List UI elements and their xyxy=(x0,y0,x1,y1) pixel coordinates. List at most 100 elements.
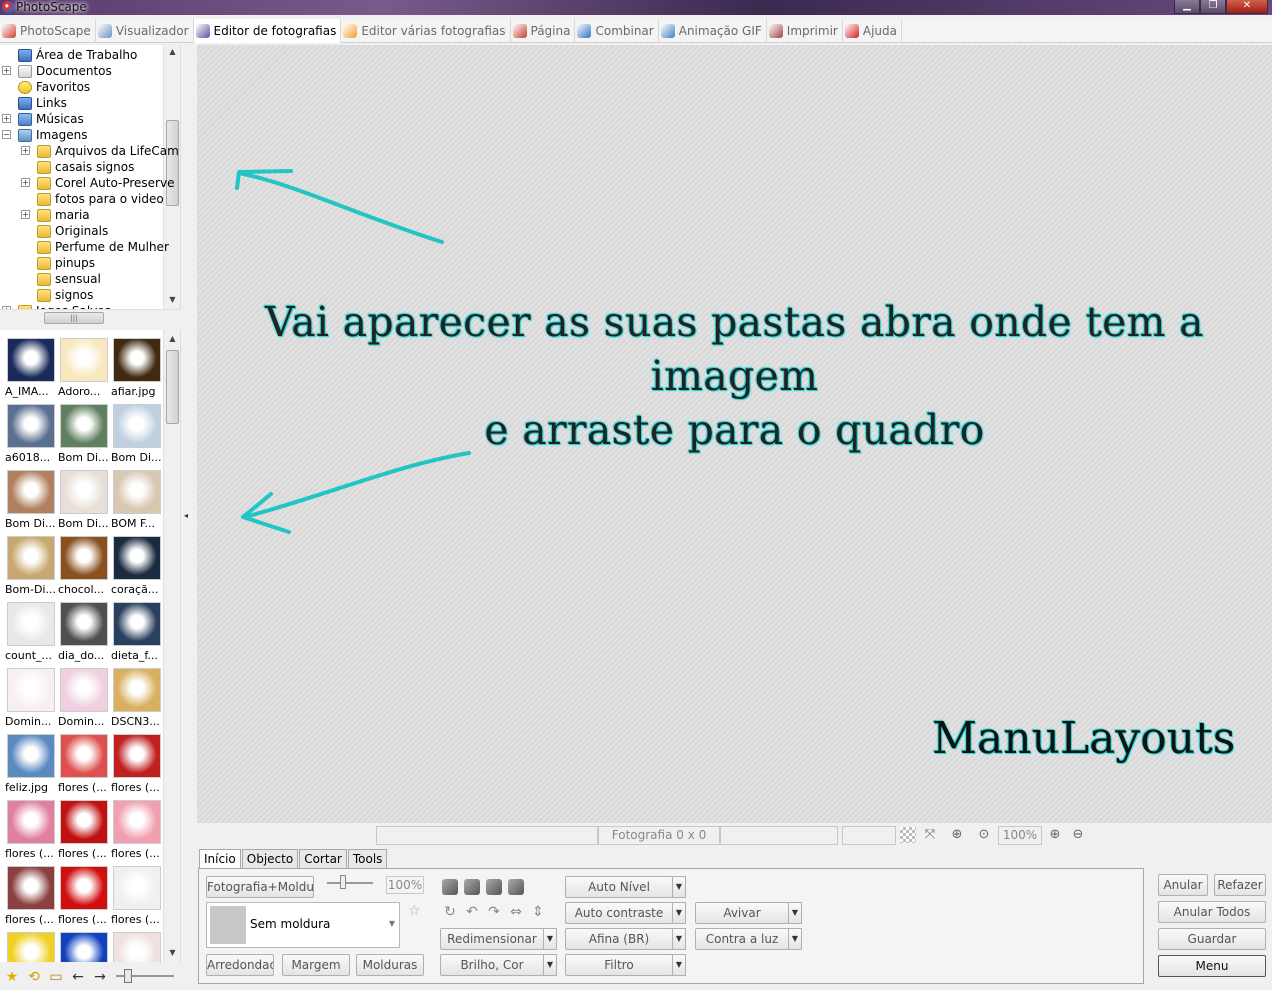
zoom-level[interactable]: 100% xyxy=(998,826,1042,845)
thumbnail-item[interactable]: a6018... xyxy=(5,396,57,464)
tone-icon-2[interactable] xyxy=(464,879,480,895)
tab-p-gina[interactable]: Página xyxy=(511,19,576,43)
favorite-frame-star-icon[interactable]: ☆ xyxy=(408,903,421,919)
editor-canvas[interactable]: Vai aparecer as suas pastas abra onde te… xyxy=(197,45,1272,823)
tree-item[interactable]: signos xyxy=(37,287,93,303)
transparency-grid-icon[interactable] xyxy=(900,827,916,843)
tree-item[interactable]: Músicas xyxy=(18,111,84,127)
scroll-down-arrow-icon[interactable]: ▼ xyxy=(164,948,180,960)
thumbnail-item[interactable]: feliz.jpg xyxy=(5,726,57,794)
vivid-button[interactable]: Avivar xyxy=(695,902,789,924)
backlight-dropdown[interactable]: ▼ xyxy=(788,928,802,950)
backlight-button[interactable]: Contra a luz xyxy=(695,928,789,950)
frame-slider[interactable] xyxy=(327,882,373,884)
favorite-star-icon[interactable]: ★ xyxy=(3,968,21,986)
thumbnail-item[interactable]: Bom Di... xyxy=(5,462,57,530)
thumbnail-item[interactable]: Domin... xyxy=(58,660,110,728)
filter-button[interactable]: Filtro xyxy=(565,954,673,976)
tool-tab-in-cio[interactable]: Início xyxy=(199,849,241,870)
save-button[interactable]: Guardar xyxy=(1158,928,1266,950)
close-button[interactable]: ✕ xyxy=(1226,0,1268,14)
thumbnail-item[interactable]: flores (... xyxy=(111,726,163,794)
collapse-arrow-icon[interactable]: ◂ xyxy=(184,511,191,541)
tab-ajuda[interactable]: Ajuda xyxy=(843,19,902,43)
tool-tab-objecto[interactable]: Objecto xyxy=(241,849,299,869)
frame-selector[interactable]: Sem moldura ▼ xyxy=(206,902,400,948)
auto-contrast-dropdown[interactable]: ▼ xyxy=(672,902,686,924)
back-arrow-icon[interactable]: ← xyxy=(69,968,87,986)
rotate-right-icon[interactable]: ↷ xyxy=(486,904,502,920)
refresh-icon[interactable]: ⟲ xyxy=(25,968,43,986)
tree-item[interactable]: Corel Auto-Preserve xyxy=(37,175,174,191)
tree-item[interactable]: pinups xyxy=(37,255,95,271)
thumbnail-item[interactable]: dieta_f... xyxy=(111,594,163,662)
minimize-button[interactable]: ▁ xyxy=(1174,0,1200,14)
tree-hscrollbar[interactable]: ||| xyxy=(0,309,181,326)
fit-screen-icon[interactable]: ⤧ xyxy=(922,827,938,843)
tree-item[interactable]: Documentos xyxy=(18,63,112,79)
brightness-dropdown[interactable]: ▼ xyxy=(543,954,557,976)
margin-button[interactable]: Margem xyxy=(282,954,350,976)
tool-tab-cortar[interactable]: Cortar xyxy=(299,849,347,869)
tool-tab-tools[interactable]: Tools xyxy=(347,849,388,869)
vivid-dropdown[interactable]: ▼ xyxy=(788,902,802,924)
menu-button[interactable]: Menu xyxy=(1158,955,1266,977)
auto-level-button[interactable]: Auto Nível xyxy=(565,876,673,898)
thumbnail-item[interactable] xyxy=(5,924,57,962)
thumbnail-item[interactable]: flores (... xyxy=(58,726,110,794)
photo-frame-button[interactable]: Fotografia+Moldura xyxy=(206,876,314,898)
thumbnail-item[interactable] xyxy=(58,924,110,962)
auto-contrast-button[interactable]: Auto contraste xyxy=(565,902,673,924)
tree-scroll-thumb[interactable] xyxy=(166,120,179,206)
tone-icon-1[interactable] xyxy=(442,879,458,895)
tree-hscroll-thumb[interactable]: ||| xyxy=(44,312,104,324)
resize-dropdown[interactable]: ▼ xyxy=(543,928,557,950)
tab-imprimir[interactable]: Imprimir xyxy=(767,19,843,43)
thumbnail-item[interactable]: flores (... xyxy=(58,792,110,860)
thumbnail-item[interactable]: A_IMA... xyxy=(5,330,57,398)
tab-combinar[interactable]: Combinar xyxy=(575,19,659,43)
thumbnail-item[interactable]: flores (... xyxy=(5,858,57,926)
tree-item[interactable]: casais signos xyxy=(37,159,134,175)
thumbnail-item[interactable]: afiar.jpg xyxy=(111,330,163,398)
zoom-in-icon[interactable]: ⊕ xyxy=(1047,827,1063,843)
tree-item[interactable]: Imagens xyxy=(18,127,87,143)
frame-slider-knob[interactable] xyxy=(340,875,346,889)
tree-expander[interactable]: + xyxy=(21,146,30,155)
tone-icon-4[interactable] xyxy=(508,879,524,895)
sharpen-button[interactable]: Afina (BR) xyxy=(565,928,673,950)
rotate-left-icon[interactable]: ↶ xyxy=(464,904,480,920)
thumbnail-item[interactable]: flores (... xyxy=(58,858,110,926)
open-folder-icon[interactable]: ▭ xyxy=(47,968,65,986)
zoom-out-icon[interactable]: ⊖ xyxy=(1070,827,1086,843)
thumb-size-slider-knob[interactable] xyxy=(124,969,132,983)
zoom-actual-icon[interactable]: ⊕ xyxy=(949,827,965,843)
thumbs-scroll-thumb[interactable] xyxy=(166,350,179,424)
tree-item[interactable]: Arquivos da LifeCam xyxy=(37,143,179,159)
tree-expander[interactable]: + xyxy=(21,178,30,187)
tree-item[interactable]: Área de Trabalho xyxy=(18,47,137,63)
flip-vertical-icon[interactable]: ⇕ xyxy=(530,904,546,920)
folder-tree[interactable]: ▲ ▼ Área de Trabalho + Documentos Favoritos… xyxy=(0,45,181,309)
thumbnail-item[interactable]: flores (... xyxy=(111,858,163,926)
tab-anima-o-gif[interactable]: Animação GIF xyxy=(659,19,767,43)
frames-button[interactable]: Molduras xyxy=(356,954,424,976)
tree-item[interactable]: fotos para o video xyxy=(37,191,164,207)
filter-dropdown[interactable]: ▼ xyxy=(672,954,686,976)
thumbs-scrollbar[interactable]: ▲ ▼ xyxy=(163,330,180,962)
forward-arrow-icon[interactable]: → xyxy=(91,968,109,986)
thumbnail-item[interactable]: flores (... xyxy=(5,792,57,860)
tone-icon-3[interactable] xyxy=(486,879,502,895)
thumbnail-item[interactable]: flores (... xyxy=(111,792,163,860)
tree-item[interactable]: maria xyxy=(37,207,90,223)
thumbnail-item[interactable]: count_... xyxy=(5,594,57,662)
scroll-up-arrow-icon[interactable]: ▲ xyxy=(164,47,180,59)
thumbnail-item[interactable]: chocol... xyxy=(58,528,110,596)
thumbnail-grid[interactable]: ▲ ▼ A_IMA... Adoro... afiar.jpg a6018... Bom… xyxy=(0,330,181,962)
tree-expander[interactable]: + xyxy=(21,210,30,219)
panel-splitter[interactable]: ◂ xyxy=(181,45,194,990)
tree-item[interactable]: Perfume de Mulher xyxy=(37,239,169,255)
tree-expander[interactable]: + xyxy=(2,114,11,123)
thumbnail-item[interactable]: dia_do... xyxy=(58,594,110,662)
scroll-up-arrow-icon[interactable]: ▲ xyxy=(164,334,180,346)
